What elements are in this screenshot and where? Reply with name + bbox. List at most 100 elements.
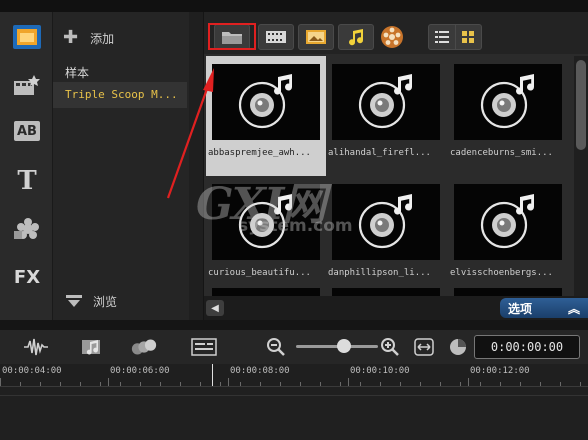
media-vertical-scrollbar[interactable] — [574, 56, 588, 296]
show-video-button[interactable] — [258, 24, 294, 50]
media-thumbnail[interactable]: cadenceburns_smi... — [448, 56, 568, 176]
browse-button[interactable]: 浏览 — [65, 291, 117, 311]
fx-filter-icon[interactable]: FX — [6, 260, 48, 294]
browse-label: 浏览 — [93, 294, 118, 309]
media-filename: abbaspremjee_awh... — [208, 148, 311, 158]
instant-project-icon[interactable] — [6, 68, 48, 102]
audio-thumbnail — [212, 184, 320, 260]
ruler-minor-tick — [580, 382, 581, 386]
top-strip — [0, 0, 588, 12]
folder-item-sample[interactable]: 样本 — [65, 64, 89, 81]
ruler-tick-label: 00:00:12:00 — [470, 366, 530, 376]
zoom-out-icon[interactable] — [262, 334, 290, 360]
timeline-tracks[interactable] — [0, 387, 588, 440]
zoom-slider-knob[interactable] — [337, 339, 351, 353]
ruler-minor-tick — [20, 382, 21, 386]
media-panel: abbaspremjee_awh... alihandal_firefl... ca… — [204, 12, 588, 320]
ruler-tick — [348, 378, 349, 386]
speaker-note-icon — [238, 74, 293, 129]
motion-tracking-icon[interactable] — [130, 334, 158, 360]
media-thumbnail[interactable]: elvisschoenbergs... — [448, 176, 568, 296]
music-note-icon — [349, 29, 364, 46]
ruler-minor-tick — [60, 382, 61, 386]
media-thumbnail-partial[interactable] — [332, 288, 440, 296]
ruler-minor-tick — [320, 382, 321, 386]
zoom-in-icon[interactable] — [376, 334, 404, 360]
media-filename: cadenceburns_smi... — [450, 148, 553, 158]
sound-mixer-icon[interactable] — [22, 334, 50, 360]
ruler-minor-tick — [120, 382, 121, 386]
show-audio-button[interactable] — [338, 24, 374, 50]
audio-thumbnail — [454, 184, 562, 260]
ruler-tick-label: 00:00:08:00 — [230, 366, 290, 376]
chevron-up-icon: ︽ — [567, 301, 580, 316]
ruler-minor-tick — [140, 382, 141, 386]
ruler-minor-tick — [240, 382, 241, 386]
ruler-minor-tick — [540, 382, 541, 386]
text-t-icon[interactable]: T — [6, 164, 48, 198]
ruler-tick — [228, 378, 229, 386]
timeline-toolbar: 0:00:00:00 — [0, 330, 588, 364]
auto-music-icon[interactable] — [78, 334, 106, 360]
media-library-icon[interactable] — [6, 20, 48, 54]
ruler-minor-tick — [400, 382, 401, 386]
chevron-left-icon: ◀ — [211, 302, 219, 314]
list-view-button[interactable] — [429, 25, 456, 49]
ruler-minor-tick — [340, 382, 341, 386]
ruler-minor-tick — [200, 382, 201, 386]
highlight-annotation-box — [208, 23, 256, 50]
playhead[interactable] — [212, 364, 213, 386]
grid-icon — [462, 31, 475, 43]
media-filename: elvisschoenbergs... — [450, 268, 553, 278]
reel-icon — [381, 26, 403, 48]
media-thumbnail[interactable]: curious_beautifu... — [206, 176, 326, 296]
media-filename: curious_beautifu... — [208, 268, 311, 278]
ruler-minor-tick — [100, 382, 101, 386]
photo-icon — [306, 30, 326, 44]
media-thumbnail[interactable]: danphillipson_li... — [326, 176, 446, 296]
media-thumbnail[interactable]: alihandal_firefl... — [326, 56, 446, 176]
ruler-minor-tick — [0, 382, 1, 386]
ruler-minor-tick — [40, 382, 41, 386]
ruler-tick-label: 00:00:10:00 — [350, 366, 410, 376]
timecode-display[interactable]: 0:00:00:00 — [474, 335, 580, 359]
media-filename: alihandal_firefl... — [328, 148, 431, 158]
timeline-ruler[interactable]: 00:00:04:00 00:00:06:00 00:00:08:00 00:00:1… — [0, 364, 588, 387]
show-photo-button[interactable] — [298, 24, 334, 50]
browse-icon — [66, 295, 82, 307]
media-thumbnail[interactable]: abbaspremjee_awh... — [206, 56, 326, 176]
media-thumbnail-partial[interactable] — [212, 288, 320, 296]
thumbnail-view-button[interactable] — [456, 25, 482, 49]
ruler-minor-tick — [460, 382, 461, 386]
media-thumbnail-partial[interactable] — [454, 288, 562, 296]
scrollbar-thumb[interactable] — [576, 60, 586, 150]
speaker-note-icon — [480, 194, 535, 249]
media-toolbar — [204, 12, 588, 54]
ruler-tick-label: 00:00:04:00 — [2, 366, 62, 376]
add-folder-button[interactable]: ✚ 添加 — [63, 28, 114, 48]
options-button[interactable]: 选项 ︽ — [500, 298, 588, 318]
ruler-tick-label: 00:00:06:00 — [110, 366, 170, 376]
audio-thumbnail — [212, 64, 320, 140]
film-strip-icon — [266, 31, 286, 43]
ruler-tick — [108, 378, 109, 386]
title-ab-icon[interactable]: AB — [6, 114, 48, 148]
track-separator — [0, 395, 588, 396]
speaker-note-icon — [358, 74, 413, 129]
fit-project-icon[interactable] — [410, 334, 438, 360]
ruler-minor-tick — [560, 382, 561, 386]
scroll-left-button[interactable]: ◀ — [206, 300, 224, 316]
ruler-minor-tick — [480, 382, 481, 386]
graphics-icon[interactable] — [6, 212, 48, 246]
panel-divider[interactable] — [0, 320, 588, 330]
ruler-minor-tick — [280, 382, 281, 386]
ruler-minor-tick — [220, 382, 221, 386]
web-audio-button[interactable] — [380, 25, 404, 49]
folder-panel-scrollbar[interactable] — [189, 12, 203, 320]
folder-item-triple-scoop[interactable]: Triple Scoop M... — [53, 82, 187, 108]
subtitle-editor-icon[interactable] — [190, 334, 218, 360]
options-label: 选项 — [508, 301, 533, 316]
media-bottom-bar: ◀ 选项 ︽ — [204, 296, 588, 320]
library-folder-panel: ✚ 添加 样本 Triple Scoop M... 浏览 — [53, 12, 204, 320]
audio-thumbnail — [332, 184, 440, 260]
